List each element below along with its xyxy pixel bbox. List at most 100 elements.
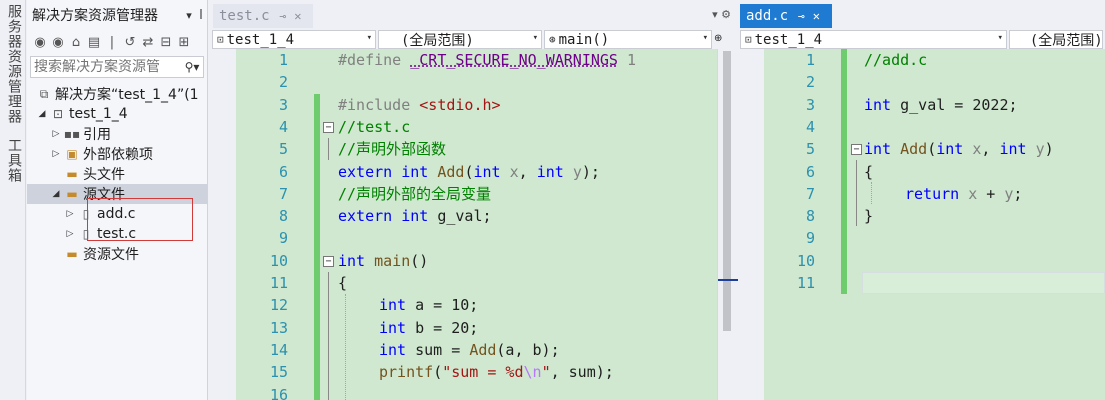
navigation-bar: ⊡ test_1_4 ▾ (全局范围) [738,30,1105,49]
home-icon[interactable]: ⌂ [69,35,83,50]
pin-icon[interactable]: ⊸ [280,10,287,23]
dropdown-arrow-icon: ▾ [366,33,372,43]
dropdown-arrow-icon: ▾ [532,33,538,43]
collapsed-arrow-icon[interactable]: ▷ [63,229,77,239]
sync-icon[interactable]: ⇄ [141,35,155,50]
code-line: 10 int main() [210,250,737,272]
code-line: 7 return x + y; [738,183,1105,205]
editor-tab-strip: test.c ⊸ ✕ ▾ ⚙ [210,0,737,30]
tree-node-label: add.c [97,206,136,222]
solution-explorer-header: 解决方案资源管理器 ▾ ꟾ [27,0,207,30]
line-number: 10 [269,251,288,270]
editor-test-c: test.c ⊸ ✕ ▾ ⚙ ⊡ test_1_4 ▾ (全局范围) ▾ ⊛ m… [210,0,738,400]
tree-node-header-files[interactable]: ▬ 头文件 [27,164,207,184]
tree-node-add-c[interactable]: ▷ ▯ add.c [27,204,207,224]
tree-node-test-c[interactable]: ▷ ▯ test.c [27,224,207,244]
line-number: 7 [278,184,288,203]
line-number: 6 [805,162,815,181]
solution-search-box[interactable]: ⚲▾ [30,56,204,78]
line-number: 2 [805,73,815,92]
split-icon[interactable]: ⊕ [714,30,728,49]
line-number: 7 [805,184,815,203]
project-icon: ⊡ [217,33,224,46]
tab-label: test.c [219,8,270,24]
tree-node-solution[interactable]: ⧉ 解决方案“test_1_4”(1 [27,84,207,104]
forward-icon[interactable]: ◉ [51,35,65,50]
project-dropdown[interactable]: ⊡ test_1_4 ▾ [212,30,376,49]
code-line: 8} [738,205,1105,227]
code-line: 1//add.c [738,49,1105,71]
line-number: 1 [805,51,815,69]
history-icon[interactable]: ↺ [123,35,137,50]
code-line: 2 [738,71,1105,93]
project-dropdown[interactable]: ⊡ test_1_4 ▾ [740,30,1007,49]
collapsed-arrow-icon[interactable]: ▷ [49,129,63,139]
pin-icon[interactable]: ⊸ [798,10,805,23]
function-icon: ⊛ [549,33,556,46]
collapse-all-icon[interactable]: ⊟ [159,35,173,50]
toolbox-tab[interactable]: 工具箱 [4,138,22,183]
member-dropdown[interactable]: ⊛ main() ▾ [544,30,712,49]
code-line: 13 int b = 20; [210,317,737,339]
tree-node-references[interactable]: ▷ ▪▪ 引用 [27,124,207,144]
tree-node-label: test_1_4 [69,106,128,122]
project-icon: ⊡ [745,33,752,46]
pin-icon[interactable]: ꟾ [195,9,207,22]
line-number: 2 [278,73,288,92]
code-line: 7//声明外部的全局变量 [210,183,737,205]
close-icon[interactable]: ✕ [813,9,820,23]
vertical-scrollbar[interactable] [717,49,738,400]
navigation-bar: ⊡ test_1_4 ▾ (全局范围) ▾ ⊛ main() ▾ ⊕ [210,30,737,49]
solution-tree: ⧉ 解决方案“test_1_4”(1 ◢ ⊡ test_1_4 ▷ ▪▪ 引用 … [27,84,207,264]
c-file-icon: ▯ [82,207,90,221]
line-number: 5 [278,140,288,159]
solution-search-input[interactable] [34,59,181,75]
close-icon[interactable]: ✕ [294,9,301,23]
tab-add-c[interactable]: add.c ⊸ ✕ [740,4,832,28]
back-icon[interactable]: ◉ [33,35,47,50]
server-explorer-tab[interactable]: 服务器资源管理器 [4,4,22,124]
code-line: 5//声明外部函数 [210,138,737,160]
line-number: 8 [278,207,288,226]
collapsed-arrow-icon[interactable]: ▷ [63,209,77,219]
code-editor-add-c[interactable]: − 1//add.c 2 3 int g_val = 2022; 4 5 int A… [738,49,1105,400]
tree-node-label: test.c [97,226,137,242]
tab-overflow-controls: ▾ ⚙ [712,8,731,21]
tree-node-resource-files[interactable]: ▬ 资源文件 [27,244,207,264]
properties-icon[interactable]: ⊞ [177,35,191,50]
solution-explorer-toolbar: ◉ ◉ ⌂ ▤ | ↺ ⇄ ⊟ ⊞ [27,30,207,54]
scope-dropdown[interactable]: (全局范围) [1008,30,1103,49]
collapsed-arrow-icon[interactable]: ▷ [49,149,63,159]
tab-test-c[interactable]: test.c ⊸ ✕ [213,4,313,28]
expand-arrow-icon[interactable]: ◢ [49,189,63,199]
external-deps-icon: ▣ [66,147,78,161]
expand-arrow-icon[interactable]: ◢ [35,109,49,119]
search-icon[interactable]: ⚲▾ [181,60,203,74]
code-line: 14 int sum = Add(a, b); [210,339,737,361]
caret-position-marker [718,279,738,281]
tree-node-label: 源文件 [83,187,125,203]
solution-explorer: 解决方案资源管理器 ▾ ꟾ ◉ ◉ ⌂ ▤ | ↺ ⇄ ⊟ ⊞ ⚲▾ ⧉ 解决方… [27,0,208,400]
code-line: 2 [210,71,737,93]
folder-icon: ▬ [66,247,78,261]
folder-icon: ▬ [66,187,78,201]
line-number: 5 [805,140,815,159]
chevron-down-icon[interactable]: ▾ [712,8,718,21]
code-line: 11{ [210,272,737,294]
code-line: 3 #include <stdio.h> [210,94,737,116]
tree-node-project[interactable]: ◢ ⊡ test_1_4 [27,104,207,124]
line-number: 6 [278,162,288,181]
dropdown-arrow-icon[interactable]: ▾ [183,9,195,22]
tree-node-external-deps[interactable]: ▷ ▣ 外部依赖项 [27,144,207,164]
line-number: 10 [796,251,815,270]
c-file-icon: ▯ [82,227,90,241]
code-editor-test-c[interactable]: − − 1 #define _CRT_SECURE_NO_WARNINGS 1 2… [210,49,737,400]
switch-views-icon[interactable]: ▤ [87,35,101,50]
line-number: 12 [269,296,288,315]
scrollbar-thumb[interactable] [723,51,731,331]
scope-dropdown[interactable]: (全局范围) ▾ [378,30,542,49]
line-number: 1 [278,51,288,69]
gear-icon[interactable]: ⚙ [721,8,731,21]
tree-node-source-files[interactable]: ◢ ▬ 源文件 [27,184,207,204]
code-line: 12 int a = 10; [210,294,737,316]
